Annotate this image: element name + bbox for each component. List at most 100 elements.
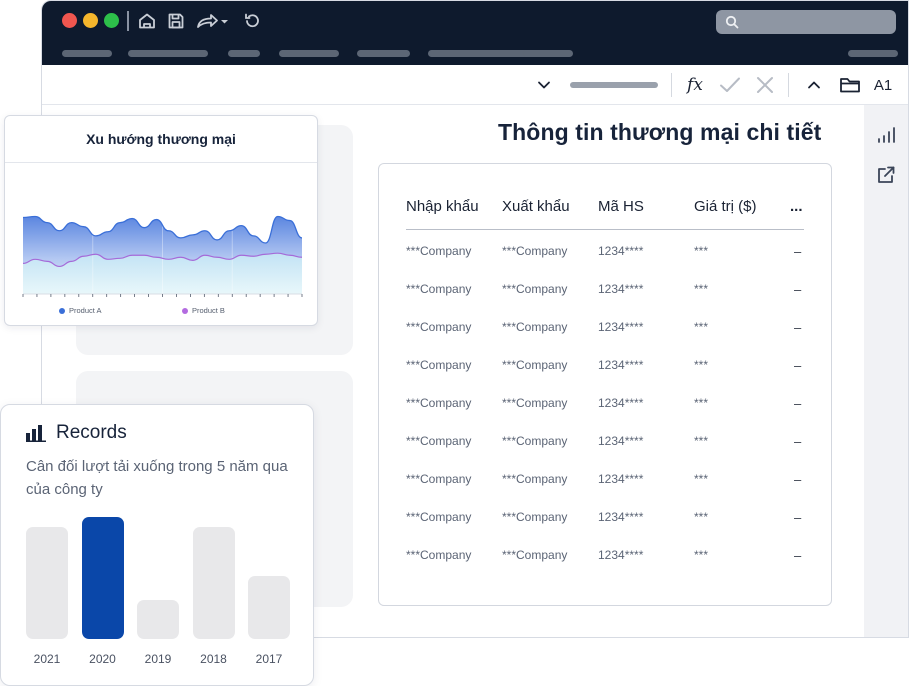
trade-trend-card: Xu hướng thương mại Product A Product B <box>4 115 318 326</box>
fx-icon[interactable]: fx <box>682 74 708 96</box>
search-input[interactable] <box>716 10 896 34</box>
search-icon <box>725 15 739 29</box>
trade-table: Nhập khẩu Xuất khẩu Mã HS Giá trị ($) ..… <box>378 163 832 606</box>
cell-exporter: ***Company <box>502 282 568 296</box>
cell-more: – <box>794 358 802 373</box>
cell-importer: ***Company <box>406 434 472 448</box>
column-header-more[interactable]: ... <box>790 198 803 215</box>
column-header-value[interactable]: Giá trị ($) <box>694 198 757 215</box>
chevron-up-icon[interactable] <box>804 74 824 96</box>
cell-importer: ***Company <box>406 510 472 524</box>
table-row[interactable]: ***Company ***Company 1234**** *** – <box>379 282 831 302</box>
column-header-hs-code[interactable]: Mã HS <box>598 198 644 215</box>
right-sidebar <box>864 105 908 637</box>
bar-label-2021: 2021 <box>33 652 61 666</box>
cell-importer: ***Company <box>406 548 472 562</box>
menu-item[interactable] <box>128 50 208 57</box>
table-row[interactable]: ***Company ***Company 1234**** *** – <box>379 548 831 568</box>
bar-2019[interactable] <box>137 600 179 639</box>
cell-value: *** <box>694 548 709 562</box>
share-icon[interactable] <box>196 10 230 32</box>
column-header-export[interactable]: Xuất khẩu <box>502 198 570 215</box>
save-icon[interactable] <box>165 10 187 32</box>
cell-importer: ***Company <box>406 358 472 372</box>
cell-hs-code: 1234**** <box>598 510 644 524</box>
table-row[interactable]: ***Company ***Company 1234**** *** – <box>379 434 831 454</box>
cell-more: – <box>794 396 802 411</box>
formula-divider <box>671 73 672 97</box>
cell-value: *** <box>694 358 709 372</box>
bar-chart-icon <box>26 424 46 447</box>
cell-exporter: ***Company <box>502 510 568 524</box>
maximize-window-button[interactable] <box>104 13 119 28</box>
header-divider <box>406 229 804 230</box>
undo-icon[interactable] <box>241 10 263 32</box>
cell-hs-code: 1234**** <box>598 396 644 410</box>
close-icon[interactable] <box>752 74 778 96</box>
folder-icon[interactable] <box>838 74 862 96</box>
legend-dot-product-a <box>59 307 65 314</box>
cell-value: *** <box>694 510 709 524</box>
cell-importer: ***Company <box>406 282 472 296</box>
cell-importer: ***Company <box>406 472 472 486</box>
cell-importer: ***Company <box>406 396 472 410</box>
external-link-icon[interactable] <box>875 164 897 186</box>
cell-value: *** <box>694 434 709 448</box>
formula-scroll-pill[interactable] <box>570 82 658 88</box>
cell-more: – <box>794 282 802 297</box>
menu-item[interactable] <box>357 50 410 57</box>
formula-bar: fx A1 <box>42 65 908 105</box>
table-row[interactable]: ***Company ***Company 1234**** *** – <box>379 396 831 416</box>
minimize-window-button[interactable] <box>83 13 98 28</box>
menu-item[interactable] <box>848 50 898 57</box>
bar-2020[interactable] <box>81 517 124 639</box>
cell-hs-code: 1234**** <box>598 472 644 486</box>
records-card: Records Cân đối lượt tải xuống trong 5 n… <box>0 404 314 686</box>
cell-value: *** <box>694 320 709 334</box>
table-row[interactable]: ***Company ***Company 1234**** *** – <box>379 510 831 530</box>
cell-value: *** <box>694 282 709 296</box>
menu-item[interactable] <box>228 50 260 57</box>
cell-exporter: ***Company <box>502 548 568 562</box>
bar-2018[interactable] <box>192 527 235 639</box>
signal-bars-icon[interactable] <box>875 124 897 146</box>
legend-item-product-b: Product B <box>182 306 225 315</box>
records-subtitle: Cân đối lượt tải xuống trong 5 năm qua c… <box>26 458 288 498</box>
cell-more: – <box>794 510 802 525</box>
menu-item[interactable] <box>428 50 532 57</box>
trend-card-title: Xu hướng thương mại <box>86 131 236 147</box>
table-row[interactable]: ***Company ***Company 1234**** *** – <box>379 472 831 492</box>
chevron-down-icon[interactable] <box>534 74 554 96</box>
menu-item[interactable] <box>62 50 112 57</box>
cell-value: *** <box>694 396 709 410</box>
column-header-import[interactable]: Nhập khẩu <box>406 198 479 215</box>
cell-hs-code: 1234**** <box>598 244 644 258</box>
bar-2021[interactable] <box>26 527 68 639</box>
cell-exporter: ***Company <box>502 434 568 448</box>
records-title: Records <box>56 422 127 443</box>
formula-divider <box>788 73 789 97</box>
cell-more: – <box>794 320 802 335</box>
check-icon[interactable] <box>717 74 743 96</box>
table-row[interactable]: ***Company ***Company 1234**** *** – <box>379 358 831 378</box>
menu-item[interactable] <box>523 50 573 57</box>
table-row[interactable]: ***Company ***Company 1234**** *** – <box>379 320 831 340</box>
cell-exporter: ***Company <box>502 396 568 410</box>
menu-item[interactable] <box>279 50 339 57</box>
bar-2017[interactable] <box>248 576 290 639</box>
cell-hs-code: 1234**** <box>598 434 644 448</box>
cell-value: *** <box>694 244 709 258</box>
close-window-button[interactable] <box>62 13 77 28</box>
bar-label-2019: 2019 <box>144 652 172 666</box>
cell-more: – <box>794 548 802 563</box>
cell-value: *** <box>694 472 709 486</box>
cell-hs-code: 1234**** <box>598 282 644 296</box>
legend-item-product-a: Product A <box>59 306 102 315</box>
bar-label-2020: 2020 <box>89 652 116 666</box>
table-row[interactable]: ***Company ***Company 1234**** *** – <box>379 244 831 264</box>
cell-importer: ***Company <box>406 244 472 258</box>
home-icon[interactable] <box>136 10 158 32</box>
cell-hs-code: 1234**** <box>598 358 644 372</box>
cell-reference[interactable]: A1 <box>872 74 894 96</box>
cell-exporter: ***Company <box>502 472 568 486</box>
